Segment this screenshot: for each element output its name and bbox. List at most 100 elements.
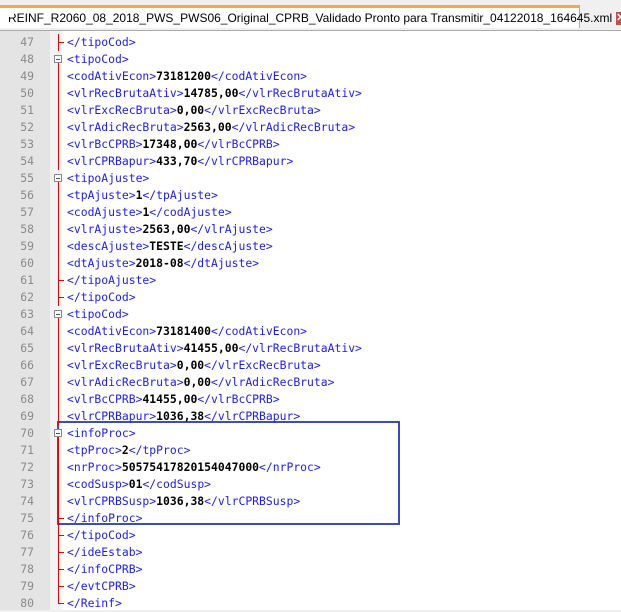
line-number: 51 [20,103,34,117]
fold-toggle-icon[interactable] [54,310,62,318]
line-number: 79 [20,579,34,593]
code-line[interactable]: 53 <vlrBcCPRB>17348,00</vlrBcCPRB> [0,136,621,153]
line-number: 57 [20,205,34,219]
xml-tag: <codAtivEcon> [67,69,157,83]
fold-toggle-icon[interactable] [54,55,62,63]
fold-line [58,340,59,357]
xml-close-tag: </dtAjuste> [183,256,260,270]
code-editor[interactable]: 47 </tipoCod> 48 <tipoCod> 49 <codAtivEcon>73… [0,30,621,610]
line-number: 60 [20,256,34,270]
line-number: 61 [20,273,34,287]
xml-close-tag: </codAtivEcon> [211,69,308,83]
xml-tag: </Reinf> [67,596,122,610]
xml-tag: <vlrRecBrutaAtiv> [67,341,184,355]
code-line[interactable]: 78 </infoCPRB> [0,561,621,578]
code-line[interactable]: 79 </evtCPRB> [0,578,621,595]
xml-value: 14785,00 [183,86,239,100]
file-tab[interactable]: REINF_R2060_08_2018_PWS_PWS06_Original_C… [0,5,621,28]
xml-tag: <codSusp> [67,477,129,491]
code-line[interactable]: 57 <codAjuste>1</codAjuste> [0,204,621,221]
code-line[interactable]: 73 <codSusp>01</codSusp> [0,476,621,493]
code-line[interactable]: 72 <nrProc>5057541782015404700​0</nrProc> [0,459,621,476]
xml-tag: </evtCPRB> [67,579,136,593]
fold-line [58,391,59,408]
xml-tag: </tipoCod> [67,35,136,49]
code-line[interactable]: 68 <vlrBcCPRB>41455,00</vlrBcCPRB> [0,391,621,408]
code-line[interactable]: 66 <vlrExcRecBruta>0,00</vlrExcRecBruta> [0,357,621,374]
xml-close-tag: </tpProc> [128,443,191,457]
xml-value: 5057541782015404700​0 [121,460,260,474]
xml-close-tag: </descAjuste> [183,239,273,253]
code-line[interactable]: 71 <tpProc>2</tpProc> [0,442,621,459]
xml-tag: <codAtivEcon> [67,324,157,338]
xml-tag: <dtAjuste> [67,256,136,270]
xml-tag: <vlrAjuste> [67,222,143,236]
code-line[interactable]: 69 <vlrCPRBapur>1036,38</vlrCPRBapur> [0,408,621,425]
fold-toggle-icon[interactable] [54,174,62,182]
line-number: 56 [20,188,34,202]
line-number: 52 [20,120,34,134]
xml-value: 2 [121,443,129,457]
line-number: 77 [20,545,34,559]
xml-tag: </tipoCod> [67,528,136,542]
fold-line [58,476,59,493]
fold-line [58,238,59,255]
code-line[interactable]: 55 <tipoAjuste> [0,170,621,187]
xml-tag: <vlrCPRBapur> [67,154,157,168]
xml-value: 0,00 [176,358,205,372]
code-line[interactable]: 80 </Reinf> [0,595,621,612]
xml-tag: </infoProc> [67,511,143,525]
fold-end-icon [58,42,64,43]
code-line[interactable]: 56 <tpAjuste>1</tpAjuste> [0,187,621,204]
line-number: 71 [20,443,34,457]
code-line[interactable]: 76 </tipoCod> [0,527,621,544]
xml-tag: <vlrExcRecBruta> [67,358,177,372]
fold-line [58,85,59,102]
code-line[interactable]: 70 <infoProc> [0,425,621,442]
code-line[interactable]: 67 <vlrAdicRecBruta>0,00</vlrAdicRecBruta… [0,374,621,391]
fold-line [58,374,59,391]
code-line[interactable]: 47 </tipoCod> [0,34,621,51]
code-line[interactable]: 59 <descAjuste>TESTE</descAjuste> [0,238,621,255]
xml-tag: <tpAjuste> [67,188,136,202]
code-line[interactable]: 52 <vlrAdicRecBruta>2563,00</vlrAdicRecBr… [0,119,621,136]
code-line[interactable]: 75 </infoProc> [0,510,621,527]
xml-value: 0,00 [176,103,205,117]
xml-close-tag: </vlrBcCPRB> [197,137,280,151]
code-line[interactable]: 77 </ideEstab> [0,544,621,561]
xml-close-tag: </vlrExcRecBruta> [204,358,321,372]
xml-value: TESTE [149,239,184,253]
xml-tag: </tipoAjuste> [67,273,157,287]
xml-value: 0,00 [183,375,212,389]
code-line[interactable]: 65 <vlrRecBrutaAtiv>41455,00</vlrRecBruta… [0,340,621,357]
code-line[interactable]: 51 <vlrExcRecBruta>0,00</vlrExcRecBruta> [0,102,621,119]
code-line[interactable]: 61 </tipoAjuste> [0,272,621,289]
fold-end-icon [58,297,64,298]
line-number: 53 [20,137,34,151]
fold-end-icon [58,518,64,519]
xml-close-tag: </codAjuste> [149,205,232,219]
fold-line [58,357,59,374]
xml-close-tag: </vlrBcCPRB> [197,392,280,406]
xml-close-tag: </vlrExcRecBruta> [204,103,321,117]
code-line[interactable]: 48 <tipoCod> [0,51,621,68]
fold-line [58,102,59,119]
line-number: 48 [20,52,34,66]
close-tab-button[interactable]: ✕ [616,11,621,25]
code-line[interactable]: 60 <dtAjuste>2018-08</dtAjuste> [0,255,621,272]
fold-end-icon [58,535,64,536]
line-number: 75 [20,511,34,525]
code-line[interactable]: 58 <vlrAjuste>2563,00</vlrAjuste> [0,221,621,238]
code-line[interactable]: 63 <tipoCod> [0,306,621,323]
fold-line [58,442,59,459]
code-line[interactable]: 54 <vlrCPRBapur>433,70</vlrCPRBapur> [0,153,621,170]
code-line[interactable]: 62 </tipoCod> [0,289,621,306]
code-line[interactable]: 64 <codAtivEcon>73181400</codAtivEcon> [0,323,621,340]
code-line[interactable]: 49 <codAtivEcon>73181200</codAtivEcon> [0,68,621,85]
xml-tag: <tipoCod> [67,307,129,321]
code-line[interactable]: 50 <vlrRecBrutaAtiv>14785,00</vlrRecBruta… [0,85,621,102]
code-line[interactable]: 74 <vlrCPRBSusp>1036,38</vlrCPRBSusp> [0,493,621,510]
xml-value: 17348,00 [142,137,198,151]
xml-value: 1036,38 [156,494,205,508]
fold-toggle-icon[interactable] [54,429,62,437]
